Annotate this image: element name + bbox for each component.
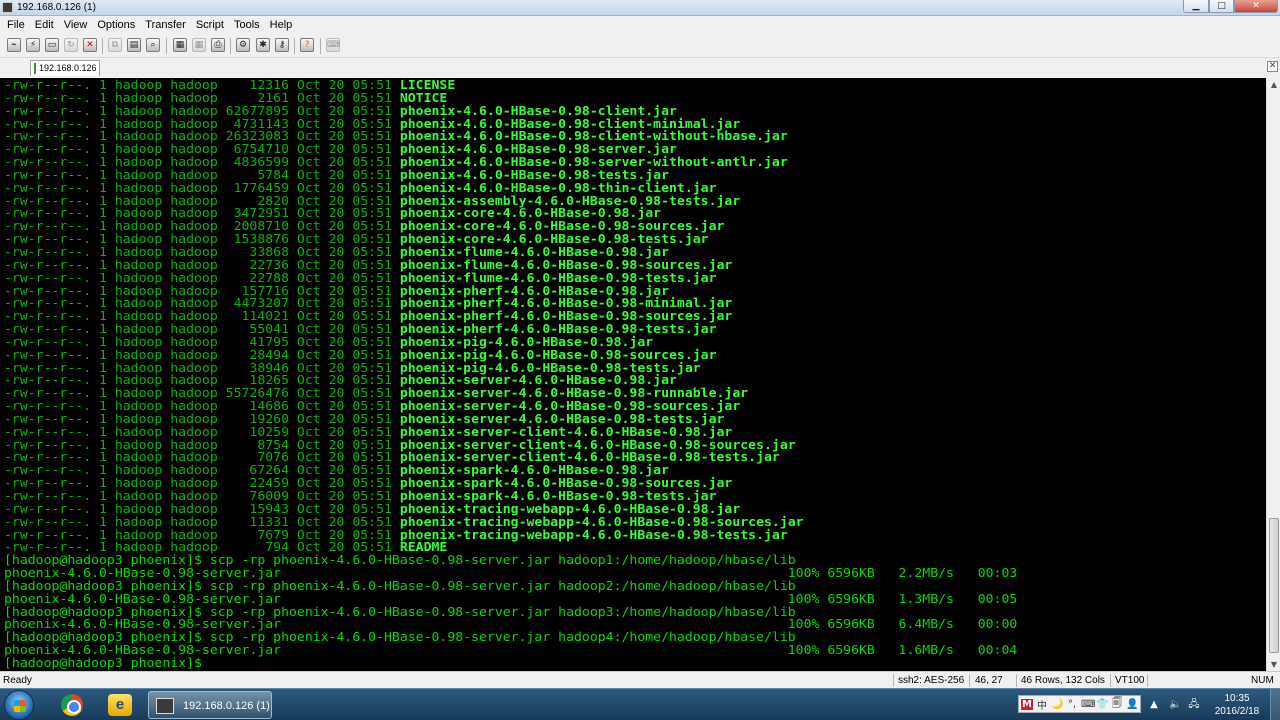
ie-taskbar-button[interactable]: e — [100, 692, 140, 719]
status-separator — [1016, 674, 1017, 687]
help-icon[interactable]: ? — [300, 38, 314, 52]
terminal-view[interactable]: -rw-r--r--. 1 hadoop hadoop 12316 Oct 20… — [0, 78, 1266, 671]
volume-icon[interactable]: 🔈 — [1169, 699, 1181, 711]
show-desktop-button[interactable] — [1270, 689, 1280, 720]
connect-icon[interactable]: ⌁ — [7, 38, 21, 52]
toolbar: ⌁ ⚡ ▭ ↻ ✕ ⧉ ▤ ⌕ ▦ ▦ ⎙ ⚙ ✱ ⚷ ? ⌨ — [0, 34, 1280, 58]
chrome-taskbar-button[interactable] — [52, 692, 92, 719]
toolbar-separator — [320, 38, 321, 54]
paste-icon[interactable]: ▤ — [127, 38, 141, 52]
transfer-stats: 100% 6596KB 1.6MB/s 00:04 — [779, 642, 1018, 658]
toolbar-separator — [230, 38, 231, 54]
status-emulation: VT100 — [1115, 675, 1145, 686]
menu-bar: File Edit View Options Transfer Script T… — [0, 16, 1280, 34]
quick-connect-icon[interactable]: ⚡ — [26, 38, 40, 52]
network-icon[interactable]: 🖧 — [1188, 699, 1200, 711]
taskbar-clock[interactable]: 10:35 2016/2/18 — [1210, 692, 1264, 718]
ime-chinese-mode-icon[interactable]: 中 — [1036, 697, 1048, 712]
command-line: [hadoop@hadoop3 phoenix]$ — [4, 654, 1266, 670]
global-options-icon[interactable]: ✱ — [256, 38, 270, 52]
status-dimensions: 46 Rows, 132 Cols — [1021, 675, 1105, 686]
session-tab-bar: 192.168.0.126 (1) ✕ — [0, 58, 1280, 88]
session-options-icon[interactable]: ⚙ — [236, 38, 250, 52]
print-setup-icon[interactable]: ▦ — [173, 38, 187, 52]
menu-file[interactable]: File — [2, 19, 30, 31]
ime-logo-icon[interactable]: M — [1021, 698, 1033, 710]
internet-explorer-icon: e — [108, 694, 132, 716]
menu-view[interactable]: View — [59, 19, 93, 31]
scroll-down-icon[interactable]: ▼ — [1268, 658, 1280, 671]
system-tray: M 中 🌙 °, ⌨ 👕 🗐 👤 ▲ 🔈 🖧 10:35 2016/2/18 — [1014, 689, 1280, 720]
window-controls: ▁ □ ✕ — [1183, 0, 1278, 14]
scroll-up-icon[interactable]: ▲ — [1268, 78, 1280, 91]
start-button[interactable] — [4, 690, 34, 720]
ime-halfwidth-icon[interactable]: 🌙 — [1051, 699, 1063, 710]
windows-logo-icon — [14, 700, 26, 712]
status-separator — [1147, 674, 1148, 687]
status-separator — [1110, 674, 1111, 687]
status-numlock: NUM — [1251, 675, 1274, 686]
toolbar-separator — [102, 38, 103, 54]
status-separator — [893, 674, 894, 687]
ime-user-icon[interactable]: 👤 — [1126, 699, 1138, 710]
show-hidden-icons-icon[interactable]: ▲ — [1148, 699, 1160, 711]
status-bar: Ready ssh2: AES-256 46, 27 46 Rows, 132 … — [0, 671, 1280, 688]
close-tab-icon[interactable]: ✕ — [1267, 61, 1278, 72]
find-icon[interactable]: ⌕ — [146, 38, 160, 52]
menu-help[interactable]: Help — [265, 19, 298, 31]
securecrt-icon — [156, 698, 174, 714]
minimize-button[interactable]: ▁ — [1183, 0, 1209, 13]
menu-tools[interactable]: Tools — [229, 19, 265, 31]
securecrt-app-icon[interactable] — [2, 2, 13, 13]
toolbar-separator — [294, 38, 295, 54]
menu-edit[interactable]: Edit — [30, 19, 59, 31]
status-cursor-position: 46, 27 — [975, 675, 1003, 686]
taskbar-window-label: 192.168.0.126 (1) — [183, 700, 270, 712]
disconnect-icon[interactable]: ✕ — [83, 38, 97, 52]
menu-options[interactable]: Options — [92, 19, 140, 31]
menu-transfer[interactable]: Transfer — [140, 19, 191, 31]
terminal-output: -rw-r--r--. 1 hadoop hadoop 12316 Oct 20… — [4, 78, 1266, 670]
print-icon[interactable]: ⎙ — [211, 38, 225, 52]
status-separator — [969, 674, 970, 687]
shell-prompt: [hadoop@hadoop3 phoenix]$ — [4, 654, 210, 670]
status-encryption: ssh2: AES-256 — [898, 675, 965, 686]
map-keys-icon[interactable]: ⌨ — [326, 38, 340, 52]
status-ready: Ready — [3, 675, 32, 686]
copy-icon[interactable]: ⧉ — [108, 38, 122, 52]
title-bar[interactable]: 192.168.0.126 (1) ▁ □ ✕ — [0, 0, 1280, 16]
maximize-button[interactable]: □ — [1209, 0, 1234, 13]
connected-status-icon — [34, 63, 36, 74]
connect-in-tab-icon[interactable]: ▭ — [45, 38, 59, 52]
ime-toolbox-icon[interactable]: 🗐 — [1111, 696, 1123, 713]
window-title: 192.168.0.126 (1) — [17, 2, 96, 13]
close-button[interactable]: ✕ — [1234, 0, 1278, 13]
ime-keyboard-icon[interactable]: ⌨ — [1081, 699, 1095, 710]
print-selection-icon[interactable]: ▦ — [192, 38, 206, 52]
toolbar-separator — [166, 38, 167, 54]
transfer-stats: 100% 6596KB 6.4MB/s 00:00 — [779, 616, 1018, 632]
securecrt-taskbar-button[interactable]: 192.168.0.126 (1) — [148, 691, 272, 719]
ime-skin-icon[interactable]: 👕 — [1096, 699, 1108, 710]
transfer-stats: 100% 6596KB 2.2MB/s 00:03 — [779, 565, 1018, 581]
scrollbar-thumb[interactable] — [1269, 518, 1279, 653]
clock-date: 2016/2/18 — [1214, 706, 1260, 717]
session-tab[interactable]: 192.168.0.126 (1) — [30, 60, 100, 88]
file-name: phoenix-tracing-webapp-4.6.0-HBase-0.98-… — [399, 526, 788, 542]
windows-taskbar: e 192.168.0.126 (1) M 中 🌙 °, ⌨ 👕 🗐 👤 ▲ 🔈… — [0, 688, 1280, 720]
reconnect-icon[interactable]: ↻ — [64, 38, 78, 52]
ime-toolbar[interactable]: M 中 🌙 °, ⌨ 👕 🗐 👤 — [1018, 695, 1141, 713]
vertical-scrollbar[interactable]: ▲ ▼ — [1266, 78, 1280, 671]
clock-time: 10:35 — [1224, 693, 1250, 704]
menu-script[interactable]: Script — [191, 19, 229, 31]
transfer-stats: 100% 6596KB 1.3MB/s 00:05 — [779, 590, 1018, 606]
chrome-icon — [61, 694, 83, 716]
key-icon[interactable]: ⚷ — [275, 38, 289, 52]
ime-punctuation-icon[interactable]: °, — [1066, 699, 1078, 710]
